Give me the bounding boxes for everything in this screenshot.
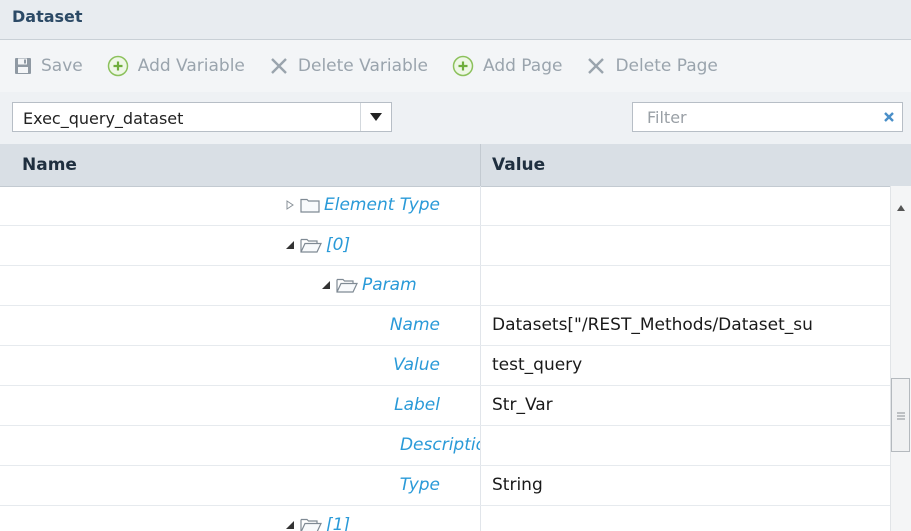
tree-row-property[interactable]: Value test_query xyxy=(0,346,890,386)
name-cell: Element Type xyxy=(0,186,480,226)
column-divider xyxy=(480,226,481,265)
folder-open-icon xyxy=(300,517,322,531)
name-cell: [1] xyxy=(0,506,480,531)
plus-circle-icon xyxy=(107,55,129,77)
value-cell[interactable]: test_query xyxy=(492,355,878,375)
property-label: Value xyxy=(393,355,440,375)
name-cell: Label xyxy=(0,386,480,426)
name-cell: Type xyxy=(0,466,480,506)
filter-input[interactable] xyxy=(633,103,869,131)
grid-header: Name Value xyxy=(0,144,911,187)
scroll-up-arrow-icon[interactable] xyxy=(897,196,905,215)
column-divider xyxy=(480,266,481,305)
property-label: Label xyxy=(394,395,440,415)
node-label: [1] xyxy=(326,515,351,531)
add-variable-label: Add Variable xyxy=(137,56,245,76)
add-page-button[interactable]: Add Page xyxy=(452,55,562,77)
node-label: Element Type xyxy=(324,195,441,215)
x-icon xyxy=(586,56,606,76)
name-cell: [0] xyxy=(0,226,480,266)
delete-variable-label: Delete Variable xyxy=(297,56,428,76)
value-cell[interactable]: Datasets["/REST_Methods/Dataset_su xyxy=(492,315,878,335)
name-cell: Param xyxy=(0,266,480,306)
tree-row-property[interactable]: Descriptio xyxy=(0,426,890,466)
node-label: [0] xyxy=(326,235,351,255)
save-label: Save xyxy=(41,56,83,76)
clear-x-icon[interactable] xyxy=(880,108,898,126)
tree-row-property[interactable]: Label Str_Var xyxy=(0,386,890,426)
node-label: Param xyxy=(362,275,417,295)
column-divider xyxy=(480,144,481,186)
property-label: Name xyxy=(389,315,440,335)
save-button[interactable]: Save xyxy=(14,56,83,76)
column-divider xyxy=(480,346,481,385)
dataset-select[interactable]: Exec_query_dataset xyxy=(12,102,392,132)
folder-open-icon xyxy=(336,277,358,293)
panel-title: Dataset xyxy=(0,0,911,40)
column-divider xyxy=(480,186,481,225)
tree-row-property[interactable]: Type String xyxy=(0,466,890,506)
name-cell: Value xyxy=(0,346,480,386)
tree-row-item-0[interactable]: [0] xyxy=(0,226,890,266)
floppy-disk-icon xyxy=(14,57,32,75)
vertical-scrollbar[interactable] xyxy=(890,186,911,531)
delete-variable-button[interactable]: Delete Variable xyxy=(269,56,428,76)
collapse-triangle-icon[interactable] xyxy=(320,281,332,289)
toolbar: Save Add Variable Delete Variable Add Pa… xyxy=(0,40,911,92)
folder-open-icon xyxy=(300,237,322,253)
folder-closed-icon xyxy=(300,197,320,213)
dataset-select-value: Exec_query_dataset xyxy=(23,109,184,128)
property-label: Type xyxy=(399,475,440,495)
value-cell[interactable]: Str_Var xyxy=(492,395,878,415)
add-variable-button[interactable]: Add Variable xyxy=(107,55,245,77)
expand-triangle-icon[interactable] xyxy=(284,200,296,210)
column-divider xyxy=(480,466,481,505)
tree-row-param[interactable]: Param xyxy=(0,266,890,306)
column-divider xyxy=(480,306,481,345)
collapse-triangle-icon[interactable] xyxy=(284,241,296,249)
x-icon xyxy=(269,56,289,76)
tree-row-property[interactable]: Name Datasets["/REST_Methods/Dataset_su xyxy=(0,306,890,346)
column-divider xyxy=(480,426,481,465)
tree-row-element-type[interactable]: Element Type xyxy=(0,186,890,226)
name-cell: Descriptio xyxy=(0,426,480,466)
tree-row-item-1[interactable]: [1] xyxy=(0,506,890,531)
filter-field[interactable] xyxy=(632,102,903,132)
filter-bar: Exec_query_dataset xyxy=(0,92,911,145)
delete-page-label: Delete Page xyxy=(615,56,718,76)
column-header-name[interactable]: Name xyxy=(22,155,77,175)
dropdown-arrow-icon[interactable] xyxy=(360,103,391,131)
collapse-triangle-icon[interactable] xyxy=(284,521,296,529)
name-cell: Name xyxy=(0,306,480,346)
column-divider xyxy=(480,386,481,425)
property-label: Descriptio xyxy=(399,435,480,455)
grip-icon xyxy=(896,406,905,425)
column-divider xyxy=(480,506,481,531)
grid-body: Element Type [0] Param Name Datasets["/R… xyxy=(0,186,890,531)
scrollbar-thumb[interactable] xyxy=(891,378,910,452)
add-page-label: Add Page xyxy=(482,56,563,76)
plus-circle-icon xyxy=(452,55,474,77)
column-header-value[interactable]: Value xyxy=(492,155,545,175)
delete-page-button[interactable]: Delete Page xyxy=(586,56,718,76)
value-cell[interactable]: String xyxy=(492,475,878,495)
